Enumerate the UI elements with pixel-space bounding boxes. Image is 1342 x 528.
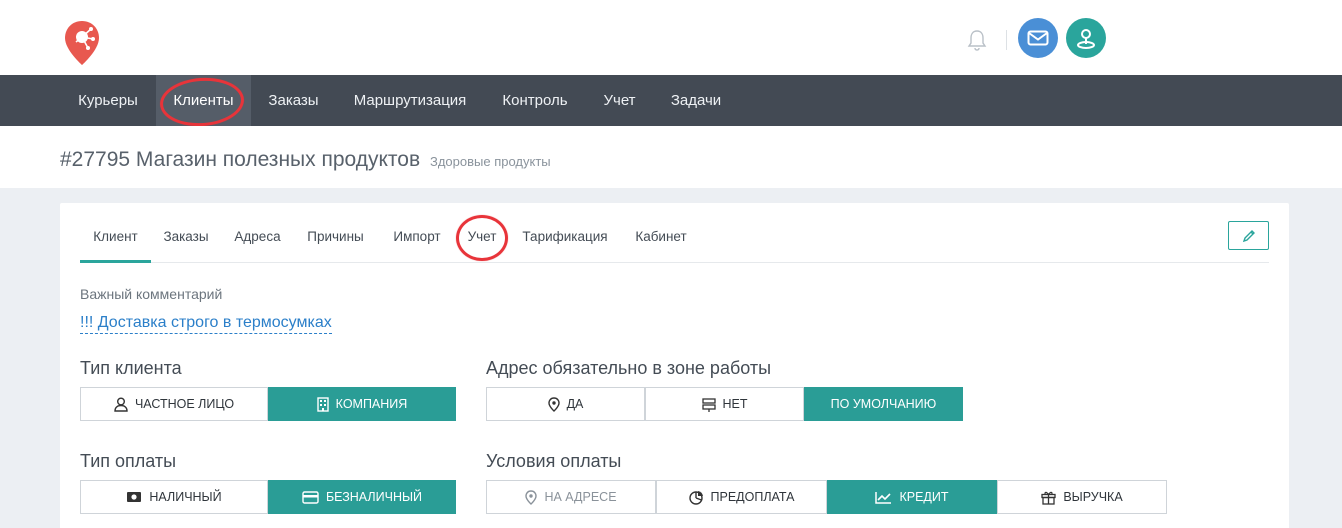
- client-subtitle: Здоровые продукты: [429, 154, 551, 169]
- comment-value[interactable]: !!! Доставка строго в термосумках: [80, 313, 332, 334]
- header-divider: [1006, 30, 1007, 50]
- tab-import[interactable]: Импорт: [384, 219, 450, 263]
- building-icon: [316, 396, 329, 412]
- logo[interactable]: [64, 20, 100, 66]
- person-icon: [114, 397, 128, 412]
- payment-terms-prepayment-label: ПРЕДОПЛАТА: [710, 490, 795, 504]
- address-zone-yes-label: ДА: [566, 397, 584, 411]
- tab-client[interactable]: Клиент: [80, 219, 151, 263]
- tab-addresses[interactable]: Адреса: [225, 219, 290, 263]
- page-header: #27795 Магазин полезных продуктов Здоров…: [0, 126, 1342, 188]
- bell-icon[interactable]: [966, 28, 988, 52]
- nav-item-orders[interactable]: Заказы: [251, 75, 336, 126]
- client-type-individual[interactable]: ЧАСТНОЕ ЛИЦО: [80, 387, 268, 421]
- location-button[interactable]: [1066, 18, 1106, 58]
- address-zone-label: Адрес обязательно в зоне работы: [486, 358, 772, 378]
- map-marker-icon: [525, 489, 538, 505]
- address-zone-default-label: ПО УМОЛЧАНИЮ: [830, 397, 937, 411]
- client-card: Клиент Заказы Адреса Причины Импорт Учет…: [60, 203, 1289, 528]
- nav-item-control[interactable]: Контроль: [484, 75, 586, 126]
- payment-terms-revenue[interactable]: ВЫРУЧКА: [997, 480, 1167, 514]
- payment-terms-label: Условия оплаты: [486, 451, 622, 471]
- envelope-icon: [1027, 30, 1049, 46]
- payment-type-cash-label: НАЛИЧНЫЙ: [149, 490, 222, 504]
- gift-icon: [1041, 491, 1056, 505]
- payment-type-cashless[interactable]: БЕЗНАЛИЧНЫЙ: [268, 480, 456, 514]
- payment-terms-prepayment[interactable]: ПРЕДОПЛАТА: [656, 480, 827, 514]
- payment-terms-credit[interactable]: КРЕДИТ: [827, 480, 997, 514]
- comment-label: Важный комментарий: [80, 286, 223, 302]
- map-pin-icon: [1077, 29, 1095, 49]
- nav-item-couriers[interactable]: Курьеры: [62, 75, 154, 126]
- nav-item-accounting[interactable]: Учет: [586, 75, 653, 126]
- pie-chart-icon: [688, 490, 703, 505]
- address-zone-yes[interactable]: ДА: [486, 387, 645, 421]
- credit-card-icon: [302, 490, 319, 504]
- tab-cabinet[interactable]: Кабинет: [627, 219, 695, 263]
- tab-accounting[interactable]: Учет: [458, 219, 506, 263]
- client-type-label: Тип клиента: [80, 358, 182, 378]
- nav-item-tasks[interactable]: Задачи: [653, 75, 739, 126]
- payment-terms-on-address-label: НА АДРЕСЕ: [544, 490, 617, 504]
- nav-item-clients[interactable]: Клиенты: [156, 75, 251, 126]
- address-zone-default[interactable]: ПО УМОЛЧАНИЮ: [804, 387, 963, 421]
- client-type-company-label: КОМПАНИЯ: [335, 397, 408, 411]
- nav-item-routing[interactable]: Маршрутизация: [336, 75, 484, 126]
- trend-chart-icon: [875, 491, 892, 504]
- edit-button[interactable]: [1228, 221, 1269, 250]
- payment-terms-on-address[interactable]: НА АДРЕСЕ: [486, 480, 656, 514]
- address-zone-no[interactable]: НЕТ: [645, 387, 804, 421]
- cash-icon: [127, 492, 142, 502]
- mail-button[interactable]: [1018, 18, 1058, 58]
- payment-terms-revenue-label: ВЫРУЧКА: [1063, 490, 1123, 504]
- map-marker-icon: [547, 396, 560, 412]
- client-tabs: Клиент Заказы Адреса Причины Импорт Учет…: [80, 219, 1269, 263]
- page-title: #27795 Магазин полезных продуктов Здоров…: [60, 148, 551, 172]
- tab-reasons[interactable]: Причины: [298, 219, 373, 263]
- logo-pin-icon: [65, 21, 99, 65]
- main-navigation: Курьеры Клиенты Заказы Маршрутизация Кон…: [0, 75, 1342, 126]
- top-header: [0, 0, 1342, 75]
- address-zone-no-label: НЕТ: [722, 397, 748, 411]
- payment-type-cash[interactable]: НАЛИЧНЫЙ: [80, 480, 268, 514]
- payment-type-label: Тип оплаты: [80, 451, 177, 471]
- client-type-individual-label: ЧАСТНОЕ ЛИЦО: [134, 397, 235, 411]
- payment-terms-credit-label: КРЕДИТ: [899, 490, 949, 504]
- tab-tariffs[interactable]: Тарификация: [515, 219, 615, 263]
- tab-orders[interactable]: Заказы: [153, 219, 219, 263]
- client-type-company[interactable]: КОМПАНИЯ: [268, 387, 456, 421]
- client-title: #27795 Магазин полезных продуктов: [60, 148, 421, 171]
- pencil-icon: [1242, 229, 1255, 242]
- signpost-icon: [701, 397, 716, 412]
- payment-type-cashless-label: БЕЗНАЛИЧНЫЙ: [325, 490, 423, 504]
